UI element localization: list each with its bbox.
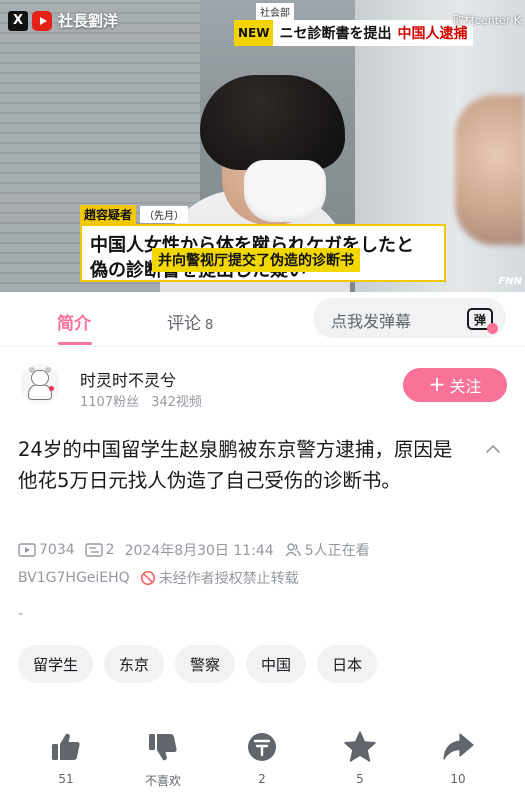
share-button[interactable]: 10 (418, 730, 498, 786)
tab-intro[interactable]: 简介 (57, 309, 91, 334)
brand-name: 社長劉洋 (58, 12, 119, 30)
favorite-button[interactable]: 5 (320, 730, 400, 786)
uploader-row: 时灵时不灵兮 1107粉丝 342视频 + 关注 (0, 350, 525, 416)
youtube-logo-icon (32, 10, 52, 31)
follow-button[interactable]: + 关注 (403, 368, 507, 402)
views-stat: 7034 (18, 542, 75, 558)
video-title: 24岁的中国留学生赵泉鹏被东京警方逮捕，原因是他花5万日元找人伪造了自己受伤的诊… (18, 438, 453, 492)
tab-bar: 简介 评论 8 点我发弹幕 弹 (0, 292, 525, 347)
uploader-stats: 1107粉丝 342视频 (80, 391, 202, 410)
channel-logo: FNN (498, 276, 522, 287)
subtitle-name-tag: 趙容疑者 （先月） (80, 205, 189, 224)
coin-icon (248, 733, 276, 761)
uploader-name[interactable]: 时灵时不灵兮 (80, 367, 176, 391)
thumbs-down-icon (149, 734, 177, 761)
blurred-bystander (455, 95, 525, 245)
video-meta-2: BV1G7HGeiEHQ 未经作者授权禁止转载 (18, 568, 299, 588)
watching-stat: 5人正在看 (284, 540, 370, 560)
no-repost-text: 未经作者授权禁止转载 (158, 571, 299, 587)
face-mask (244, 160, 326, 222)
x-logo-icon: X (8, 10, 28, 31)
watching-count: 5人正在看 (304, 543, 370, 559)
action-bar: 51 不喜欢 2 5 10 (0, 730, 525, 794)
news-headline-part-a: ニセ診断書を提出 (279, 26, 392, 42)
prohibited-icon (140, 570, 155, 586)
like-button[interactable]: 51 (26, 730, 106, 786)
publish-time: 2024年8月30日 11:44 (124, 543, 274, 559)
plus-icon: + (428, 372, 446, 396)
danmaku-stat: 2 (84, 542, 115, 558)
news-headline: ニセ診断書を提出 中国人逮捕 (273, 20, 474, 46)
dislike-label: 不喜欢 (144, 774, 181, 788)
coin-button[interactable]: 2 (222, 730, 302, 786)
coin-count: 2 (258, 772, 266, 786)
danmaku-on-indicator (487, 323, 498, 334)
dislike-button[interactable]: 不喜欢 (123, 730, 203, 789)
news-headline-bar: NEW ニセ診断書を提出 中国人逮捕 (234, 20, 474, 46)
tag-item[interactable]: 警察 (175, 645, 236, 683)
video-brand: X 社長劉洋 (8, 10, 118, 31)
tab-active-indicator (58, 342, 92, 345)
danmaku-count: 2 (105, 542, 115, 558)
video-player[interactable]: X 社長劉洋 社会部 NEW ニセ診断書を提出 中国人逮捕 取材center K… (0, 0, 525, 292)
views-count: 7034 (39, 542, 75, 558)
thumbs-up-icon (52, 733, 80, 760)
bvid: BV1G7HGeiEHQ (18, 570, 130, 586)
video-meta: 7034 2 2024年8月30日 11:44 5人正在看 (18, 540, 380, 560)
news-category: 社会部 (256, 3, 294, 20)
video-description: - (18, 606, 24, 622)
danmaku-toggle-button[interactable]: 弹 (462, 302, 498, 334)
video-watermark: 取材center K (452, 14, 521, 27)
suspect-eye (290, 150, 300, 155)
uploader-videos: 342视频 (151, 395, 202, 410)
follow-label: 关注 (449, 377, 482, 396)
chinese-subtitle: 并向警视厅提交了伪造的诊断书 (152, 248, 360, 272)
tab-comments-label: 评论 (167, 314, 201, 334)
suspect-hair (200, 75, 345, 170)
danmaku-placeholder: 点我发弹幕 (331, 312, 412, 331)
tag-item[interactable]: 留学生 (18, 645, 94, 683)
subtitle-name: 趙容疑者 (80, 205, 137, 224)
danmaku-count-icon (84, 543, 103, 557)
no-repost-notice: 未经作者授权禁止转载 (140, 568, 299, 588)
danmaku-input[interactable]: 点我发弹幕 弹 (313, 298, 506, 338)
favorite-count: 5 (356, 772, 364, 786)
avatar[interactable] (20, 364, 60, 404)
tag-item[interactable]: 中国 (246, 645, 307, 683)
news-new-badge: NEW (234, 20, 274, 46)
share-icon (443, 733, 474, 760)
uploader-fans: 1107粉丝 (80, 395, 140, 410)
star-icon (344, 731, 376, 762)
share-count: 10 (450, 772, 466, 786)
chevron-up-icon[interactable] (486, 442, 500, 456)
tag-item[interactable]: 日本 (317, 645, 378, 683)
tag-list: 留学生 东京 警察 中国 日本 (18, 645, 378, 683)
people-icon (285, 543, 301, 557)
suspect-eye (246, 150, 256, 155)
play-count-icon (18, 543, 36, 557)
tag-item[interactable]: 东京 (104, 645, 165, 683)
danmaku-button-label: 弹 (473, 312, 486, 327)
like-count: 51 (58, 772, 74, 786)
subtitle-name-note: （先月） (140, 206, 189, 223)
tab-comments-count: 8 (205, 318, 214, 333)
tab-comments[interactable]: 评论 8 (167, 309, 213, 334)
